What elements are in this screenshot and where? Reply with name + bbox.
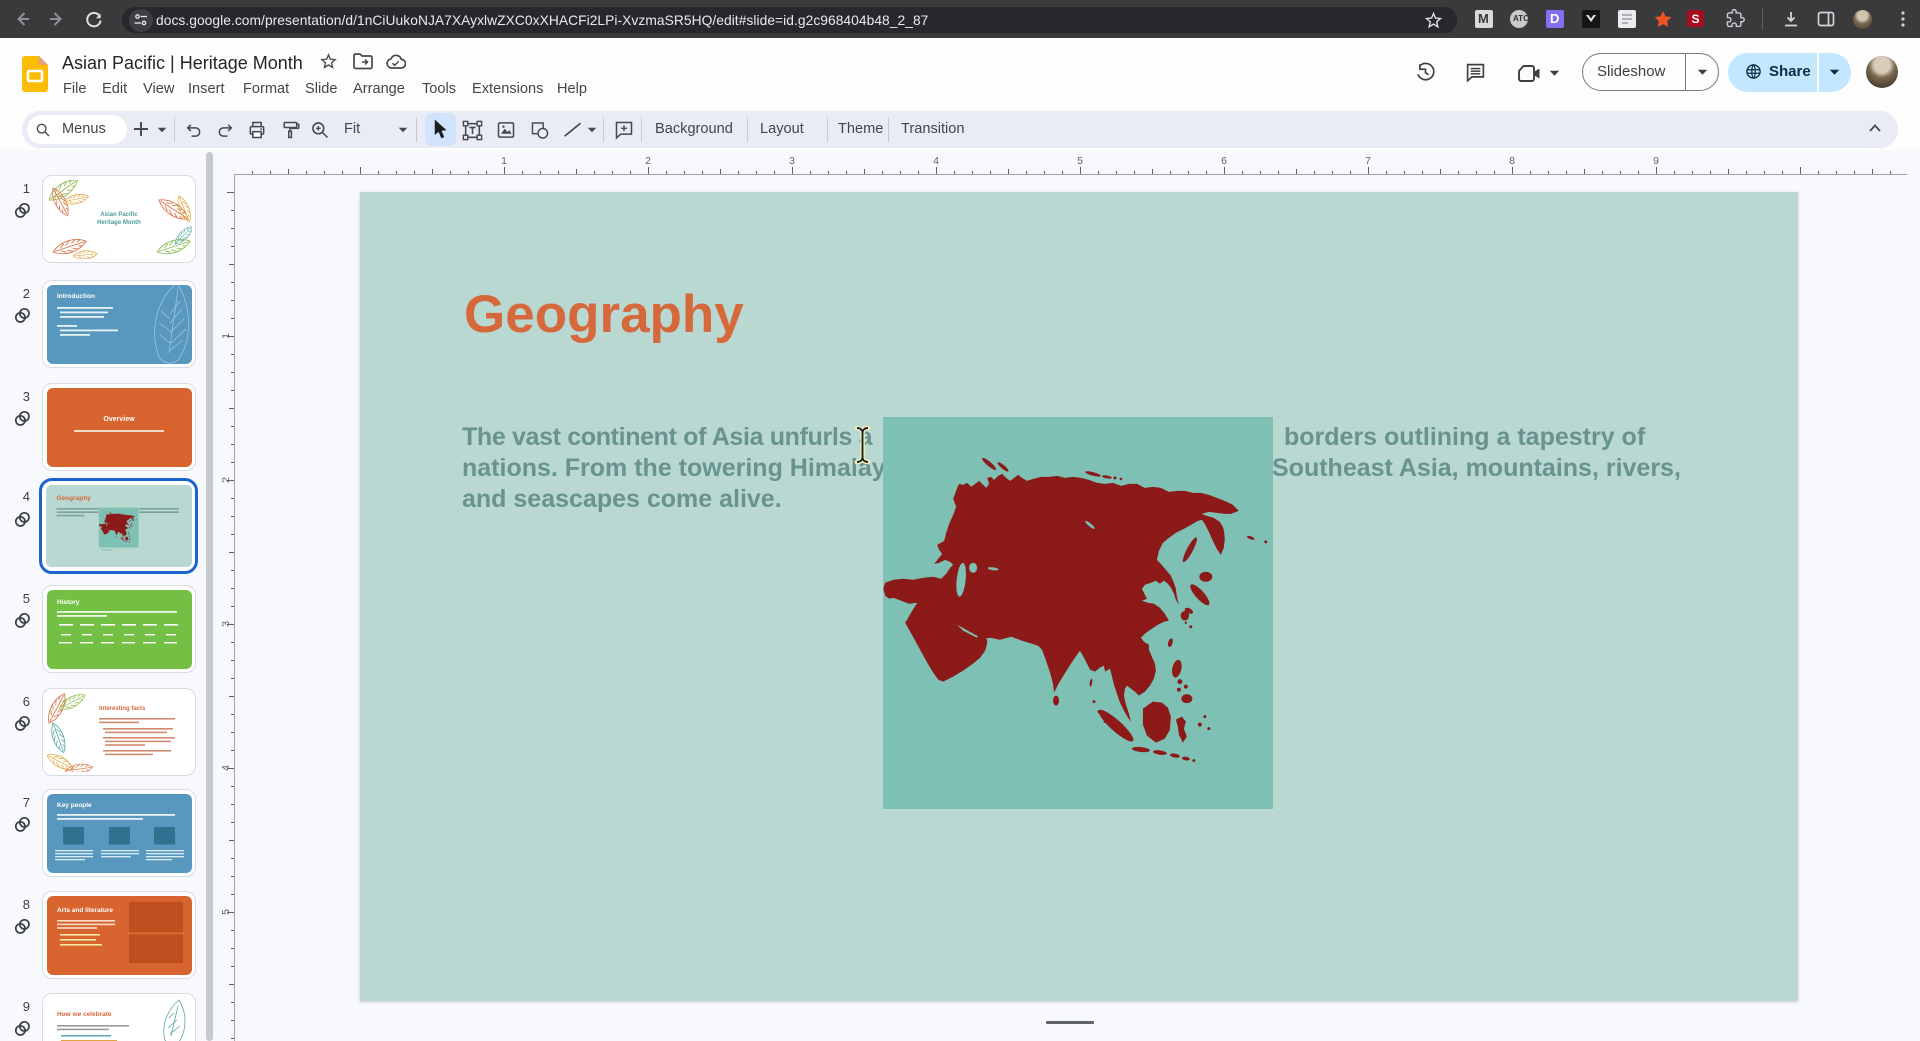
svg-text:Overview: Overview	[103, 416, 135, 423]
svg-text:Heritage Month: Heritage Month	[97, 220, 141, 226]
svg-text:Arts and literature: Arts and literature	[57, 907, 113, 914]
svg-text:Introduction: Introduction	[57, 293, 95, 300]
svg-text:How we celebrate: How we celebrate	[57, 1011, 112, 1018]
svg-text:History: History	[57, 599, 80, 606]
svg-text:Key people: Key people	[57, 802, 92, 809]
svg-text:Geography: Geography	[57, 495, 92, 502]
svg-text:Asian Pacific: Asian Pacific	[100, 212, 138, 218]
svg-text:Interesting facts: Interesting facts	[99, 706, 146, 712]
